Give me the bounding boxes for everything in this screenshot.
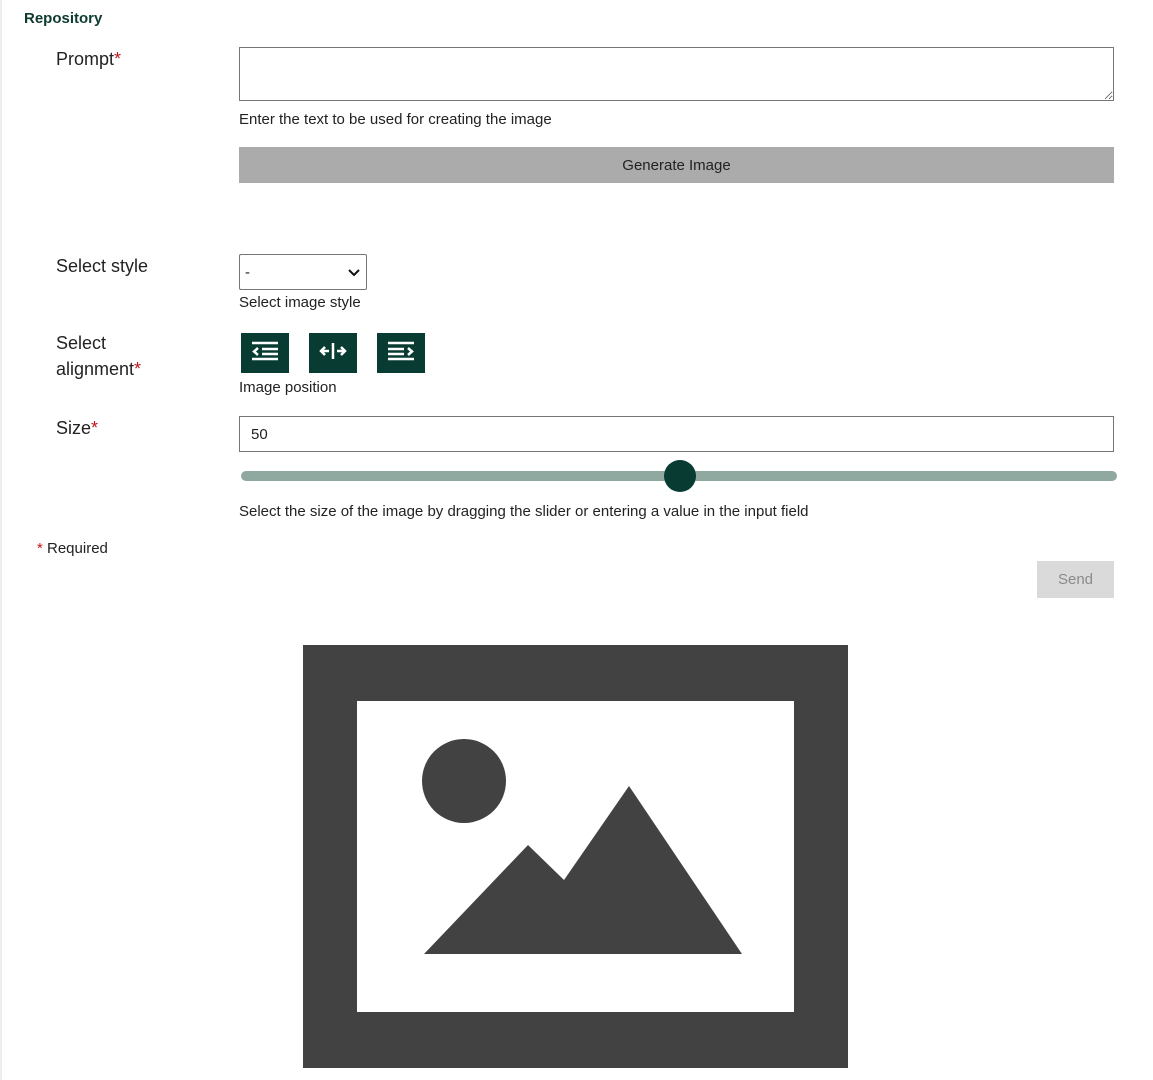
size-label-text: Size bbox=[56, 418, 92, 438]
prompt-label-text: Prompt bbox=[56, 49, 115, 69]
prompt-field-wrapper bbox=[239, 47, 1114, 106]
alignment-label: Select alignment* bbox=[56, 330, 141, 382]
required-note: * Required bbox=[37, 540, 108, 557]
required-marker: * bbox=[114, 49, 122, 69]
align-left-button[interactable] bbox=[241, 333, 289, 373]
required-marker: * bbox=[134, 359, 142, 379]
section-title: Repository bbox=[24, 10, 103, 27]
image-preview bbox=[303, 645, 848, 1068]
align-left-icon bbox=[250, 340, 280, 367]
required-note-text: Required bbox=[42, 540, 108, 557]
style-label: Select style bbox=[56, 256, 149, 276]
style-help: Select image style bbox=[239, 294, 361, 311]
send-label: Send bbox=[1057, 571, 1094, 588]
align-center-button[interactable] bbox=[309, 333, 357, 373]
style-select[interactable]: - bbox=[239, 254, 367, 290]
alignment-label-line2: alignment bbox=[56, 359, 135, 379]
align-center-icon bbox=[318, 340, 348, 367]
align-right-button[interactable] bbox=[377, 333, 425, 373]
size-input-value: 50 bbox=[251, 425, 268, 443]
style-selected-value: - bbox=[245, 263, 250, 281]
align-right-icon bbox=[386, 340, 416, 367]
prompt-label: Prompt* bbox=[56, 46, 121, 72]
alignment-help: Image position bbox=[239, 379, 337, 396]
prompt-help: Enter the text to be used for creating t… bbox=[239, 111, 552, 128]
send-button[interactable]: Send bbox=[1037, 561, 1114, 598]
required-marker: * bbox=[91, 418, 99, 438]
chevron-down-icon bbox=[348, 264, 360, 281]
alignment-label-line1: Select bbox=[56, 333, 107, 353]
left-border bbox=[0, 0, 2, 1080]
size-help: Select the size of the image by dragging… bbox=[239, 503, 809, 520]
size-label: Size* bbox=[56, 415, 98, 441]
image-placeholder-icon bbox=[303, 645, 848, 1072]
prompt-textarea[interactable] bbox=[239, 47, 1114, 101]
generate-image-label: Generate Image bbox=[622, 156, 731, 174]
size-input[interactable]: 50 bbox=[239, 416, 1114, 452]
generate-image-button[interactable]: Generate Image bbox=[239, 147, 1114, 183]
size-slider-thumb[interactable] bbox=[664, 460, 696, 492]
